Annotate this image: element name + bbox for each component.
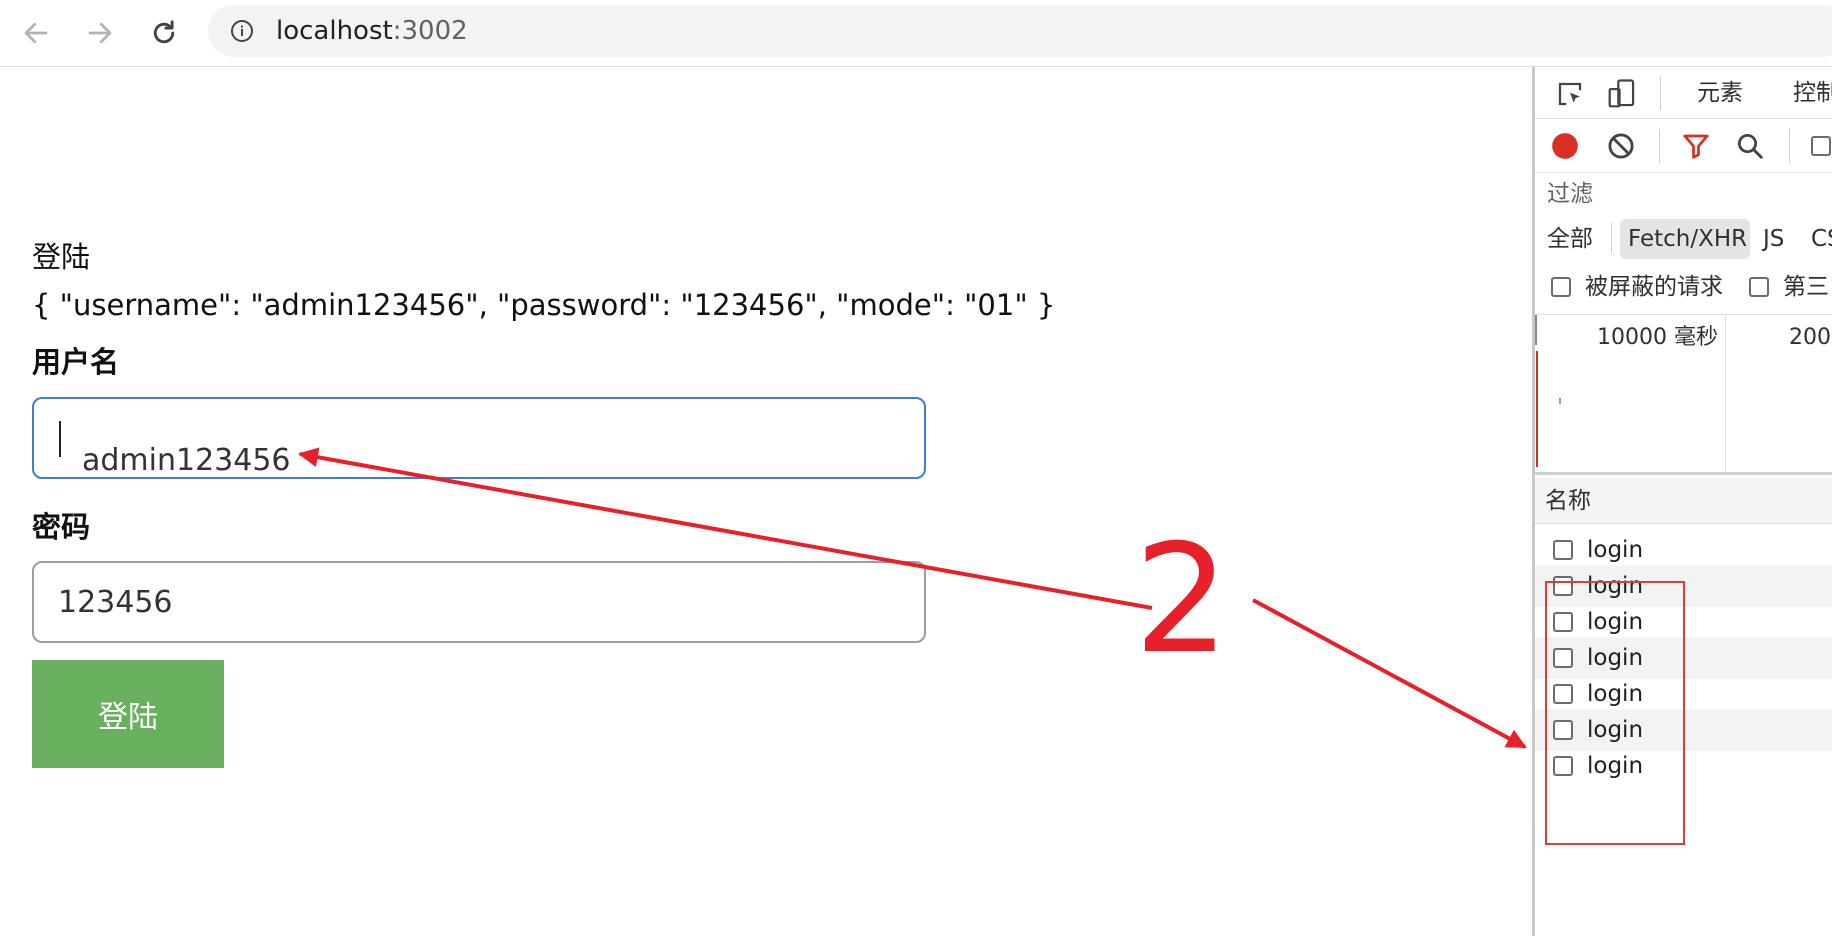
request-checkbox[interactable] bbox=[1553, 648, 1573, 668]
url-host: localhost bbox=[276, 16, 393, 46]
request-name: login bbox=[1587, 717, 1644, 743]
blocked-requests-checkbox[interactable] bbox=[1551, 277, 1571, 297]
type-all[interactable]: 全部 bbox=[1547, 225, 1593, 253]
network-toolbar bbox=[1535, 119, 1832, 173]
forward-button[interactable] bbox=[80, 13, 120, 53]
tab-console[interactable]: 控制 bbox=[1793, 79, 1832, 107]
back-button[interactable] bbox=[16, 13, 56, 53]
filter-icon[interactable] bbox=[1681, 131, 1711, 161]
request-checkbox[interactable] bbox=[1553, 720, 1573, 740]
request-checkbox[interactable] bbox=[1553, 576, 1573, 596]
request-checkbox[interactable] bbox=[1553, 540, 1573, 560]
toolbar-divider bbox=[1659, 129, 1660, 163]
username-input[interactable]: admin123456 bbox=[32, 397, 926, 479]
preserve-log-checkbox[interactable] bbox=[1811, 136, 1831, 156]
timeline-request-bar bbox=[1559, 398, 1561, 404]
third-party-checkbox[interactable] bbox=[1749, 277, 1769, 297]
username-label: 用户名 bbox=[32, 345, 120, 379]
request-name: login bbox=[1587, 645, 1644, 671]
toolbar-divider bbox=[1660, 76, 1661, 110]
request-row[interactable]: login bbox=[1535, 745, 1832, 787]
request-checkbox[interactable] bbox=[1553, 756, 1573, 776]
username-text: admin123456 bbox=[82, 443, 291, 478]
search-icon[interactable] bbox=[1735, 131, 1765, 161]
timeline-load-line bbox=[1536, 351, 1538, 467]
toolbar-divider bbox=[1789, 129, 1790, 163]
request-name: login bbox=[1587, 681, 1644, 707]
devtools-tabbar: 元素 控制 bbox=[1535, 67, 1832, 119]
browser-toolbar: localhost:3002 bbox=[0, 0, 1832, 67]
password-input[interactable]: 123456 bbox=[32, 561, 926, 643]
resource-type-bar: 全部 Fetch/XHR JS CS bbox=[1535, 215, 1832, 263]
tab-elements[interactable]: 元素 bbox=[1697, 79, 1743, 107]
filter-input[interactable]: 过滤 bbox=[1547, 180, 1593, 208]
annotation-number: 2 bbox=[1134, 513, 1230, 687]
timeline-marker bbox=[1535, 315, 1537, 345]
url-port: :3002 bbox=[392, 16, 468, 46]
login-button[interactable]: 登陆 bbox=[32, 660, 224, 768]
request-name: login bbox=[1587, 573, 1644, 599]
third-party-label: 第三 bbox=[1783, 274, 1829, 300]
requests-list: login login login login login login logi… bbox=[1535, 525, 1832, 825]
clear-icon[interactable] bbox=[1607, 132, 1635, 160]
page-content: 登陆 { "username": "admin123456", "passwor… bbox=[0, 67, 1532, 936]
type-css[interactable]: CS bbox=[1811, 225, 1832, 253]
timeline-tick: 10000 毫秒 bbox=[1597, 325, 1718, 350]
request-name: login bbox=[1587, 609, 1644, 635]
filter-bar: 过滤 bbox=[1535, 173, 1832, 215]
url-text: localhost:3002 bbox=[276, 17, 468, 45]
record-icon[interactable] bbox=[1551, 132, 1579, 160]
reload-icon bbox=[153, 20, 175, 44]
type-js[interactable]: JS bbox=[1763, 225, 1784, 253]
request-name: login bbox=[1587, 753, 1644, 779]
request-name: login bbox=[1587, 537, 1644, 563]
page-title: 登陆 bbox=[32, 240, 91, 274]
text-caret bbox=[59, 421, 61, 457]
blocked-requests-bar: 被屏蔽的请求 第三 bbox=[1535, 263, 1832, 315]
devtools-panel: 元素 控制 过滤 全部 Fetch/XHR JS CS 被屏蔽的请求 第三 10… bbox=[1532, 67, 1832, 936]
timeline-tick: 2000 bbox=[1789, 325, 1832, 350]
column-name-header[interactable]: 名称 bbox=[1545, 487, 1591, 515]
type-fetch-xhr[interactable]: Fetch/XHR bbox=[1620, 219, 1750, 259]
address-bar[interactable]: localhost:3002 bbox=[208, 5, 1832, 57]
timeline-gridline bbox=[1725, 315, 1726, 475]
network-timeline: 10000 毫秒 2000 bbox=[1535, 315, 1832, 475]
request-checkbox[interactable] bbox=[1553, 684, 1573, 704]
inspect-element-icon[interactable] bbox=[1555, 79, 1585, 109]
password-label: 密码 bbox=[32, 510, 91, 544]
blocked-requests-label: 被屏蔽的请求 bbox=[1585, 274, 1723, 300]
debug-json-text: { "username": "admin123456", "password":… bbox=[32, 288, 1056, 322]
username-value: admin123456 bbox=[58, 421, 291, 478]
reload-button[interactable] bbox=[144, 13, 184, 53]
info-icon[interactable] bbox=[230, 19, 254, 43]
requests-table-header: 名称 bbox=[1535, 478, 1832, 524]
arrow-right-icon bbox=[88, 22, 112, 44]
device-toolbar-icon[interactable] bbox=[1607, 78, 1637, 110]
request-checkbox[interactable] bbox=[1553, 612, 1573, 632]
type-fetch-xhr-label: Fetch/XHR bbox=[1628, 226, 1748, 252]
password-value: 123456 bbox=[58, 585, 173, 620]
arrow-left-icon bbox=[24, 22, 48, 44]
toolbar-divider bbox=[1611, 223, 1612, 253]
